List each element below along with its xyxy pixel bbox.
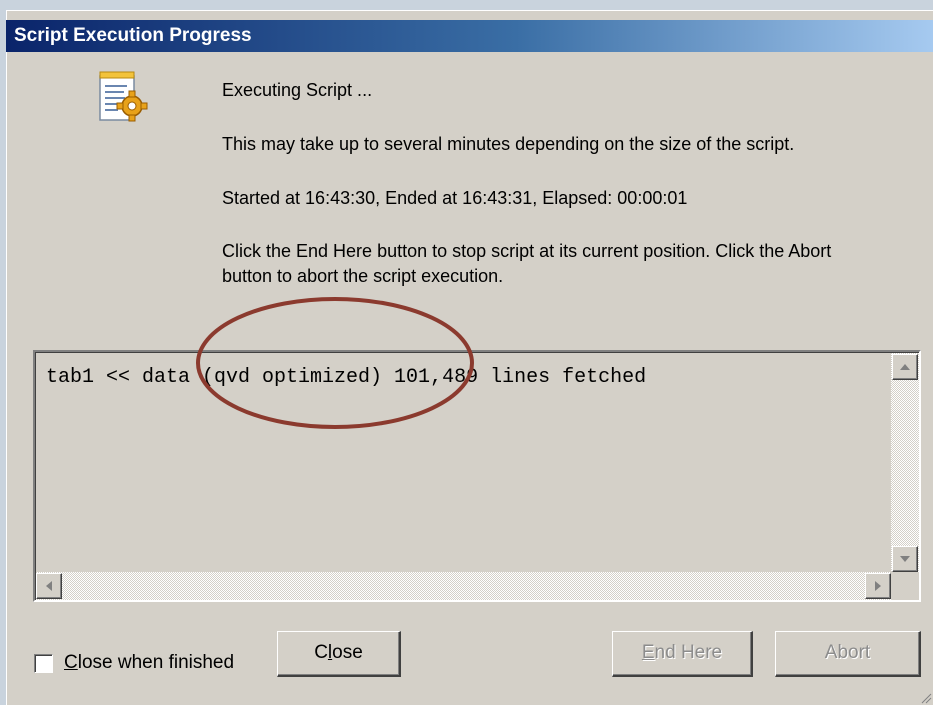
scrollbar-corner (891, 572, 919, 600)
arrow-up-icon (900, 364, 910, 370)
close-when-finished-checkbox[interactable] (34, 654, 53, 673)
window-title: Script Execution Progress (14, 25, 252, 46)
scroll-up-button[interactable] (892, 354, 918, 380)
scroll-down-button[interactable] (892, 546, 918, 572)
timing-text: Started at 16:43:30, Ended at 16:43:31, … (222, 188, 688, 208)
script-gear-icon (94, 70, 150, 132)
log-line: tab1 << data (qvd optimized) 101,489 lin… (46, 366, 647, 389)
help-text-line1: Click the End Here button to stop script… (222, 241, 832, 261)
abort-button[interactable]: Abort (775, 631, 921, 677)
vertical-scrollbar[interactable] (891, 353, 919, 572)
arrow-down-icon (900, 556, 910, 562)
scroll-right-button[interactable] (865, 573, 891, 599)
resize-grip-icon[interactable] (920, 690, 932, 704)
horizontal-scrollbar[interactable] (36, 572, 891, 600)
arrow-left-icon (46, 581, 52, 591)
window-titlebar[interactable]: Script Execution Progress (6, 20, 933, 52)
status-text: Executing Script ... (222, 80, 373, 100)
script-log-box[interactable]: tab1 << data (qvd optimized) 101,489 lin… (33, 350, 921, 602)
close-button[interactable]: Close (277, 631, 401, 677)
help-text-line2: button to abort the script execution. (222, 266, 504, 286)
info-text: This may take up to several minutes depe… (222, 134, 795, 154)
scroll-left-button[interactable] (36, 573, 62, 599)
script-log-frame: tab1 << data (qvd optimized) 101,489 lin… (35, 352, 919, 600)
arrow-right-icon (875, 581, 881, 591)
close-when-finished-label[interactable]: Close when finished (64, 652, 234, 674)
end-here-button[interactable]: End Here (612, 631, 753, 677)
